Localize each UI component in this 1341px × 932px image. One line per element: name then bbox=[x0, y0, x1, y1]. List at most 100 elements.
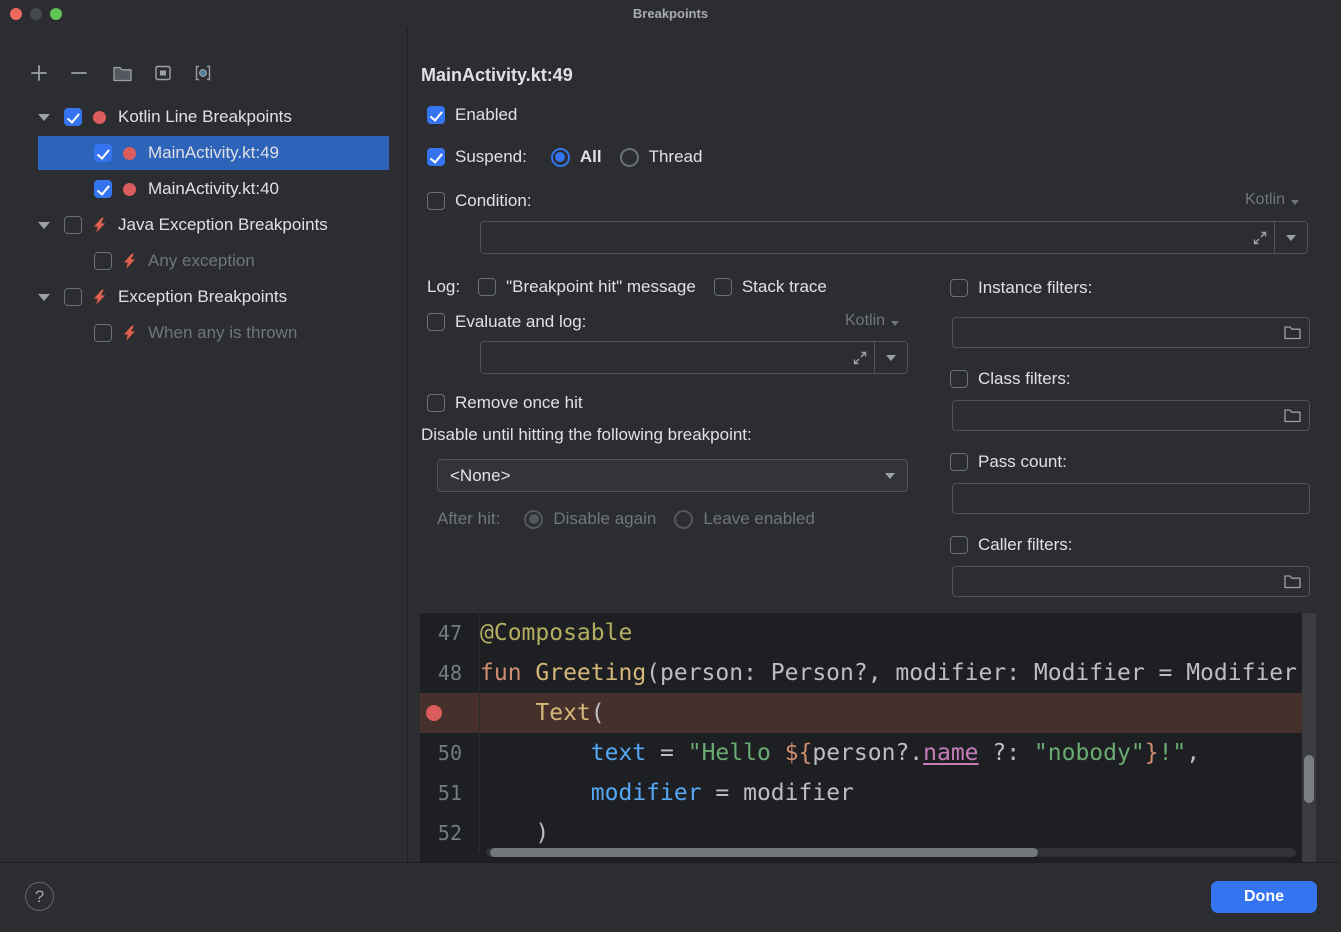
evaluate-history-dropdown-button[interactable] bbox=[875, 342, 907, 373]
chevron-down-icon bbox=[885, 473, 895, 479]
suspend-checkbox[interactable] bbox=[427, 148, 445, 166]
pass-count-checkbox[interactable] bbox=[950, 453, 968, 471]
condition-input[interactable] bbox=[481, 222, 1246, 253]
instance-filters-label: Instance filters: bbox=[978, 278, 1092, 298]
condition-label: Condition: bbox=[455, 191, 532, 211]
suspend-thread-label: Thread bbox=[649, 147, 703, 167]
remove-once-hit-checkbox[interactable] bbox=[427, 394, 445, 412]
group-checkbox[interactable] bbox=[64, 108, 82, 126]
breakpoint-hit-message-label: "Breakpoint hit" message bbox=[506, 277, 696, 297]
expand-editor-icon[interactable] bbox=[1246, 230, 1274, 246]
tree-group-java-exception-breakpoints[interactable]: Java Exception Breakpoints bbox=[0, 207, 407, 243]
instance-filters-field bbox=[952, 317, 1310, 348]
pass-count-input[interactable] bbox=[953, 484, 1309, 513]
folder-icon[interactable] bbox=[1275, 574, 1309, 589]
tree-group-label: Kotlin Line Breakpoints bbox=[118, 107, 292, 127]
remove-once-hit-row: Remove once hit bbox=[427, 392, 583, 414]
tree-group-kotlin-line-breakpoints[interactable]: Kotlin Line Breakpoints bbox=[0, 99, 407, 135]
tree-group-exception-breakpoints[interactable]: Exception Breakpoints bbox=[0, 279, 407, 315]
footer-divider bbox=[0, 862, 1341, 863]
instance-filters-checkbox[interactable] bbox=[950, 279, 968, 297]
after-hit-label: After hit: bbox=[437, 509, 500, 529]
expand-editor-icon[interactable] bbox=[846, 350, 874, 366]
caller-filters-row: Caller filters: bbox=[950, 534, 1072, 556]
remove-breakpoint-button[interactable] bbox=[68, 63, 89, 84]
suspend-thread-radio[interactable] bbox=[620, 148, 639, 167]
code-editor-lines: 47@Composable48fun Greeting(person: Pers… bbox=[420, 613, 1302, 862]
code-line: 51 modifier = modifier bbox=[420, 773, 1302, 813]
class-filters-input[interactable] bbox=[953, 401, 1275, 430]
condition-checkbox[interactable] bbox=[427, 192, 445, 210]
suspend-row: Suspend: All Thread bbox=[427, 146, 702, 168]
suspend-all-radio[interactable] bbox=[551, 148, 570, 167]
add-breakpoint-button[interactable] bbox=[28, 63, 49, 84]
evaluate-language-selector[interactable]: Kotlin bbox=[845, 312, 899, 330]
horizontal-scrollbar-thumb[interactable] bbox=[490, 848, 1038, 857]
code-preview: 47@Composable48fun Greeting(person: Pers… bbox=[420, 613, 1316, 862]
caller-filters-checkbox[interactable] bbox=[950, 536, 968, 554]
code-line: 50 text = "Hello ${person?.name ?: "nobo… bbox=[420, 733, 1302, 773]
evaluate-row: Evaluate and log: bbox=[427, 311, 586, 333]
disable-until-dropdown-value: <None> bbox=[450, 466, 511, 486]
breakpoint-checkbox[interactable] bbox=[94, 144, 112, 162]
group-checkbox[interactable] bbox=[64, 216, 82, 234]
breakpoints-tree: Kotlin Line Breakpoints MainActivity.kt:… bbox=[0, 99, 407, 351]
tree-item-label: Any exception bbox=[148, 251, 255, 271]
after-hit-row: After hit: Disable again Leave enabled bbox=[437, 508, 815, 530]
evaluate-language-value: Kotlin bbox=[845, 312, 885, 330]
instance-filters-input[interactable] bbox=[953, 318, 1275, 347]
pass-count-label: Pass count: bbox=[978, 452, 1067, 472]
breakpoint-dot-icon bbox=[92, 111, 107, 124]
tree-item-when-any-is-thrown[interactable]: When any is thrown bbox=[0, 315, 407, 351]
chevron-down-icon[interactable] bbox=[38, 294, 54, 301]
group-by-file-button[interactable] bbox=[112, 63, 133, 84]
code-line: 52 ) bbox=[420, 813, 1302, 853]
breakpoint-checkbox[interactable] bbox=[94, 180, 112, 198]
vertical-scrollbar-thumb[interactable] bbox=[1304, 755, 1314, 803]
tree-item-label: MainActivity.kt:40 bbox=[148, 179, 279, 199]
class-filters-checkbox[interactable] bbox=[950, 370, 968, 388]
folder-icon[interactable] bbox=[1275, 408, 1309, 423]
breakpoint-hit-message-checkbox[interactable] bbox=[478, 278, 496, 296]
breakpoints-dialog: Breakpoints Kotlin Line Breakpoints bbox=[0, 0, 1341, 932]
caller-filters-field bbox=[952, 566, 1310, 597]
disable-until-dropdown[interactable]: <None> bbox=[437, 459, 908, 492]
log-label: Log: bbox=[427, 277, 460, 297]
chevron-down-icon[interactable] bbox=[38, 114, 54, 121]
done-button[interactable]: Done bbox=[1211, 881, 1317, 913]
help-button[interactable]: ? bbox=[25, 882, 54, 911]
breakpoint-checkbox[interactable] bbox=[94, 252, 112, 270]
code-line: 47@Composable bbox=[420, 613, 1302, 653]
pass-count-row: Pass count: bbox=[950, 451, 1067, 473]
condition-language-selector[interactable]: Kotlin bbox=[1245, 191, 1299, 209]
evaluate-input[interactable] bbox=[481, 342, 846, 373]
breakpoint-checkbox[interactable] bbox=[94, 324, 112, 342]
evaluate-and-log-checkbox[interactable] bbox=[427, 313, 445, 331]
breakpoint-gutter bbox=[420, 693, 480, 733]
breakpoint-detail-title: MainActivity.kt:49 bbox=[421, 64, 573, 86]
class-filters-row: Class filters: bbox=[950, 368, 1071, 390]
condition-row: Condition: bbox=[427, 190, 532, 212]
group-checkbox[interactable] bbox=[64, 288, 82, 306]
group-by-package-button[interactable] bbox=[152, 63, 173, 84]
window-title: Breakpoints bbox=[0, 6, 1341, 21]
tree-item-any-exception[interactable]: Any exception bbox=[0, 243, 407, 279]
leave-enabled-radio bbox=[674, 510, 693, 529]
class-filters-field bbox=[952, 400, 1310, 431]
condition-history-dropdown-button[interactable] bbox=[1275, 222, 1307, 253]
folder-icon[interactable] bbox=[1275, 325, 1309, 340]
tree-item-mainactivity-49[interactable]: MainActivity.kt:49 bbox=[0, 135, 407, 171]
chevron-down-icon[interactable] bbox=[38, 222, 54, 229]
horizontal-scrollbar[interactable] bbox=[486, 848, 1296, 857]
gutter-line-number: 52 bbox=[420, 813, 480, 853]
stack-trace-checkbox[interactable] bbox=[714, 278, 732, 296]
tree-item-mainactivity-40[interactable]: MainActivity.kt:40 bbox=[0, 171, 407, 207]
condition-field bbox=[480, 221, 1308, 254]
exception-bolt-icon bbox=[92, 289, 107, 305]
tree-item-label: MainActivity.kt:49 bbox=[148, 143, 279, 163]
enabled-checkbox[interactable] bbox=[427, 106, 445, 124]
caller-filters-input[interactable] bbox=[953, 567, 1275, 596]
vertical-scrollbar[interactable] bbox=[1302, 613, 1316, 862]
code-line: 48fun Greeting(person: Person?, modifier… bbox=[420, 653, 1302, 693]
group-by-class-button[interactable] bbox=[192, 63, 213, 84]
